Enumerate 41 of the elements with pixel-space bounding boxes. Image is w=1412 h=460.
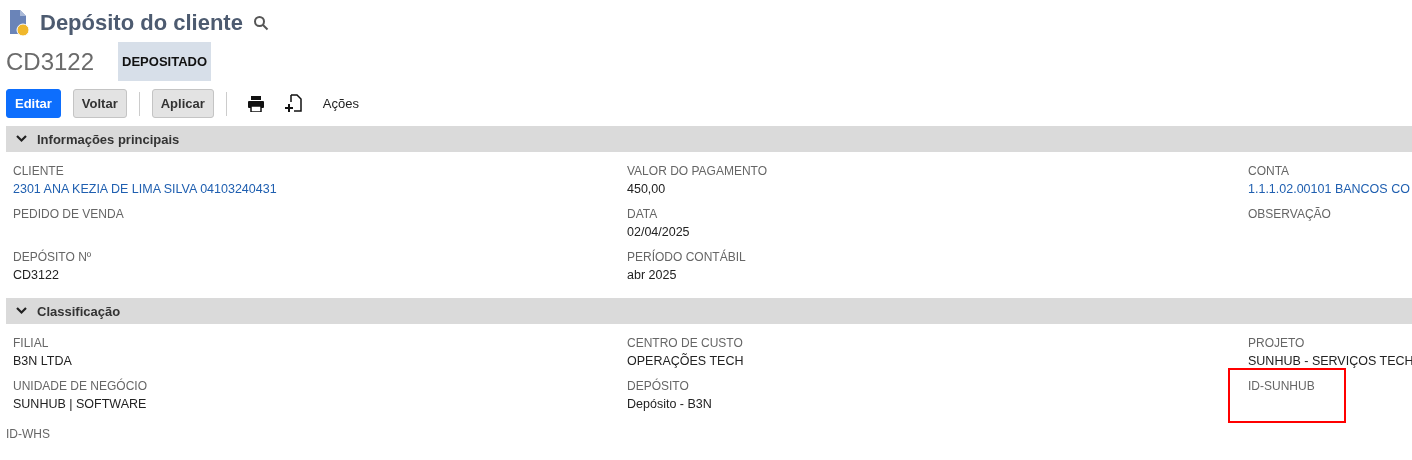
- field-label: DEPÓSITO Nº: [13, 249, 93, 265]
- new-document-icon[interactable]: [284, 94, 303, 113]
- field-label: CONTA: [1248, 163, 1291, 179]
- field-value: 450,00: [627, 181, 667, 198]
- record-id: CD3122: [6, 47, 95, 76]
- field-value: 02/04/2025: [627, 224, 691, 241]
- section-header[interactable]: Informações principais: [6, 126, 1412, 152]
- page-title: Depósito do cliente: [40, 10, 243, 36]
- field-value: B3N LTDA: [13, 353, 73, 370]
- print-icon[interactable]: [246, 95, 265, 112]
- field-label: CENTRO DE CUSTO: [627, 335, 744, 351]
- search-icon[interactable]: [252, 15, 269, 31]
- chevron-icon[interactable]: [16, 135, 27, 143]
- field-label: UNIDADE DE NEGÓCIO: [13, 378, 148, 394]
- field-label: CLIENTE: [13, 163, 65, 179]
- field-label: VALOR DO PAGAMENTO: [627, 163, 769, 179]
- field-label: DEPÓSITO: [627, 378, 690, 394]
- field-label: PEDIDO DE VENDA: [13, 206, 125, 222]
- document-coin-icon: [8, 9, 30, 37]
- field-link[interactable]: 2301 ANA KEZIA DE LIMA SILVA 04103240431: [13, 179, 627, 199]
- field-value: OPERAÇÕES TECH: [627, 352, 745, 370]
- actions-link[interactable]: Ações: [322, 96, 359, 111]
- chevron-icon[interactable]: [16, 307, 27, 315]
- field-value: SUNHUB - SERVIÇOS TECH: [1248, 353, 1412, 370]
- field-value: Depósito - B3N: [627, 396, 713, 413]
- field-value: SUNHUB | SOFTWARE: [13, 396, 148, 413]
- field-label: PROJETO: [1248, 335, 1306, 351]
- field-link[interactable]: 1.1.1.02.00101 BANCOS CO: [1248, 179, 1412, 199]
- field-value: abr 2025: [627, 267, 678, 284]
- status-badge: DEPOSITADO: [118, 42, 212, 81]
- field-label: DATA: [627, 206, 659, 222]
- field-label: PERÍODO CONTÁBIL: [627, 249, 747, 265]
- field-label: OBSERVAÇÃO: [1248, 206, 1332, 222]
- field-label: FILIAL: [13, 335, 50, 351]
- field-label: ID-WHS: [5, 427, 51, 441]
- section-header[interactable]: Classificação: [6, 298, 1412, 324]
- toolbar-button[interactable]: Voltar: [72, 89, 127, 118]
- toolbar-button[interactable]: Aplicar: [151, 89, 214, 118]
- field-label: ID-SUNHUB: [1248, 378, 1316, 394]
- edit-button[interactable]: Editar: [6, 89, 61, 118]
- field-value: CD3122: [13, 267, 60, 284]
